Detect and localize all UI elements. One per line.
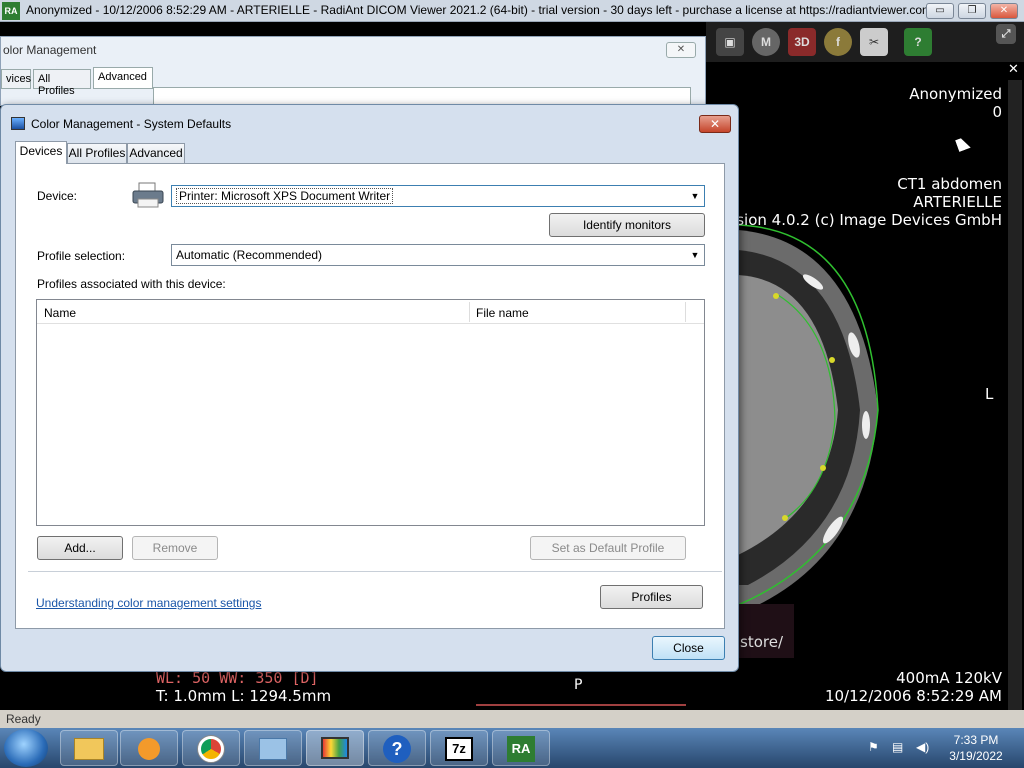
printer-icon xyxy=(132,182,164,208)
device-dropdown-value: Printer: Microsoft XPS Document Writer xyxy=(176,188,394,204)
status-bar: Ready xyxy=(0,710,1024,728)
bg-tab-advanced[interactable]: Advanced xyxy=(93,67,153,89)
bg-tab-devices[interactable]: vices xyxy=(1,69,31,89)
profiles-associated-label: Profiles associated with this device: xyxy=(37,277,226,291)
profile-selection-dropdown[interactable]: Automatic (Recommended) ▼ xyxy=(171,244,705,266)
chrome-taskbar-icon[interactable] xyxy=(182,730,240,766)
3d-icon[interactable]: 3D xyxy=(788,28,816,56)
identify-monitors-button[interactable]: Identify monitors xyxy=(549,213,705,237)
control-panel-taskbar-icon[interactable] xyxy=(244,730,302,766)
orientation-right-label: L xyxy=(985,385,994,403)
volume-icon[interactable]: ◀) xyxy=(916,740,932,756)
bg-panel xyxy=(153,87,691,105)
scale-ruler xyxy=(476,704,686,706)
set-default-profile-button[interactable]: Set as Default Profile xyxy=(530,536,686,560)
monitor-icon xyxy=(11,117,25,130)
column-divider xyxy=(469,302,470,322)
app-close-button[interactable]: ✕ xyxy=(990,3,1018,19)
patient-id-overlay: 0 xyxy=(992,103,1002,121)
maximize-button[interactable]: ❐ xyxy=(958,3,986,19)
network-icon[interactable]: ▤ xyxy=(892,740,908,756)
profiles-list[interactable]: Name File name xyxy=(36,299,705,526)
app-window-title: Anonymized - 10/12/2006 8:52:29 AM - ART… xyxy=(26,3,926,17)
start-button-icon[interactable] xyxy=(4,729,48,767)
color-management-taskbar-icon[interactable] xyxy=(306,730,364,766)
profiles-button[interactable]: Profiles xyxy=(600,585,703,609)
viewer-close-icon[interactable]: ✕ xyxy=(1008,62,1022,76)
app-title-bar: RA Anonymized - 10/12/2006 8:52:29 AM - … xyxy=(0,0,1024,22)
system-tray: ⚑ ▤ ◀) 7:33 PM 3/19/2022 xyxy=(860,728,1024,768)
bg-window-title: olor Management xyxy=(3,43,97,57)
mpr-icon[interactable]: M xyxy=(752,28,780,56)
device-label: Device: xyxy=(37,189,78,203)
datetime-overlay: 10/12/2006 8:52:29 AM xyxy=(824,687,1002,705)
partial-url-text: store/ xyxy=(740,633,783,651)
fusion-icon[interactable]: f xyxy=(824,28,852,56)
anonymize-icon[interactable]: ✂ xyxy=(860,28,888,56)
help-taskbar-icon[interactable]: ? xyxy=(368,730,426,766)
column-divider xyxy=(685,302,686,322)
fullscreen-icon[interactable]: ⤢ xyxy=(996,24,1016,44)
add-button[interactable]: Add... xyxy=(37,536,123,560)
media-player-taskbar-icon[interactable] xyxy=(120,730,178,766)
7zip-taskbar-icon[interactable]: 7z xyxy=(430,730,488,766)
dialog-separator xyxy=(28,571,722,572)
remove-button[interactable]: Remove xyxy=(132,536,218,560)
dialog-close-button[interactable]: ✕ xyxy=(699,115,731,133)
patient-name-overlay: Anonymized xyxy=(909,85,1002,103)
tab-advanced[interactable]: Advanced xyxy=(127,143,185,163)
profiles-list-header: Name File name xyxy=(37,300,704,324)
version-overlay: sion 4.0.2 (c) Image Devices GmbH xyxy=(736,211,1002,229)
column-name[interactable]: Name xyxy=(44,306,76,320)
film-icon[interactable]: ▣ xyxy=(716,28,744,56)
profile-selection-value: Automatic (Recommended) xyxy=(176,248,323,262)
explorer-taskbar-icon[interactable] xyxy=(60,730,118,766)
understanding-color-management-link[interactable]: Understanding color management settings xyxy=(36,596,261,610)
orientation-bottom-label: P xyxy=(574,677,583,693)
profile-selection-label: Profile selection: xyxy=(37,249,126,263)
taskbar: ? 7z RA ⚑ ▤ ◀) 7:33 PM 3/19/2022 xyxy=(0,728,1024,768)
column-file-name[interactable]: File name xyxy=(476,306,529,320)
clock-date[interactable]: 3/19/2022 xyxy=(936,749,1016,763)
chevron-down-icon: ▼ xyxy=(690,191,700,201)
exposure-overlay: 400mA 120kV xyxy=(896,669,1002,687)
dialog-title: Color Management - System Defaults xyxy=(31,117,232,131)
bg-tab-all-profiles[interactable]: All Profiles xyxy=(33,69,91,97)
bg-window-close-button[interactable]: ✕ xyxy=(666,42,696,58)
chevron-down-icon: ▼ xyxy=(690,250,700,260)
help-icon[interactable]: ? xyxy=(904,28,932,56)
clock-time[interactable]: 7:33 PM xyxy=(936,733,1016,747)
ct-image[interactable] xyxy=(738,220,888,610)
device-dropdown[interactable]: Printer: Microsoft XPS Document Writer ▼ xyxy=(171,185,705,207)
tab-devices[interactable]: Devices xyxy=(15,141,67,164)
action-center-icon[interactable]: ⚑ xyxy=(868,740,884,756)
radiant-logo-icon: RA xyxy=(2,2,20,20)
study-overlay: CT1 abdomen xyxy=(897,175,1002,193)
minimize-button[interactable]: ▭ xyxy=(926,3,954,19)
tab-all-profiles[interactable]: All Profiles xyxy=(67,143,127,163)
close-button[interactable]: Close xyxy=(652,636,725,660)
series-overlay: ARTERIELLE xyxy=(913,193,1002,211)
radiant-taskbar-icon[interactable]: RA xyxy=(492,730,550,766)
background-color-management-window: olor Management ✕ vices All Profiles Adv… xyxy=(0,36,706,106)
viewer-scrollbar[interactable] xyxy=(1008,80,1022,710)
thickness-overlay: T: 1.0mm L: 1294.5mm xyxy=(156,687,332,705)
